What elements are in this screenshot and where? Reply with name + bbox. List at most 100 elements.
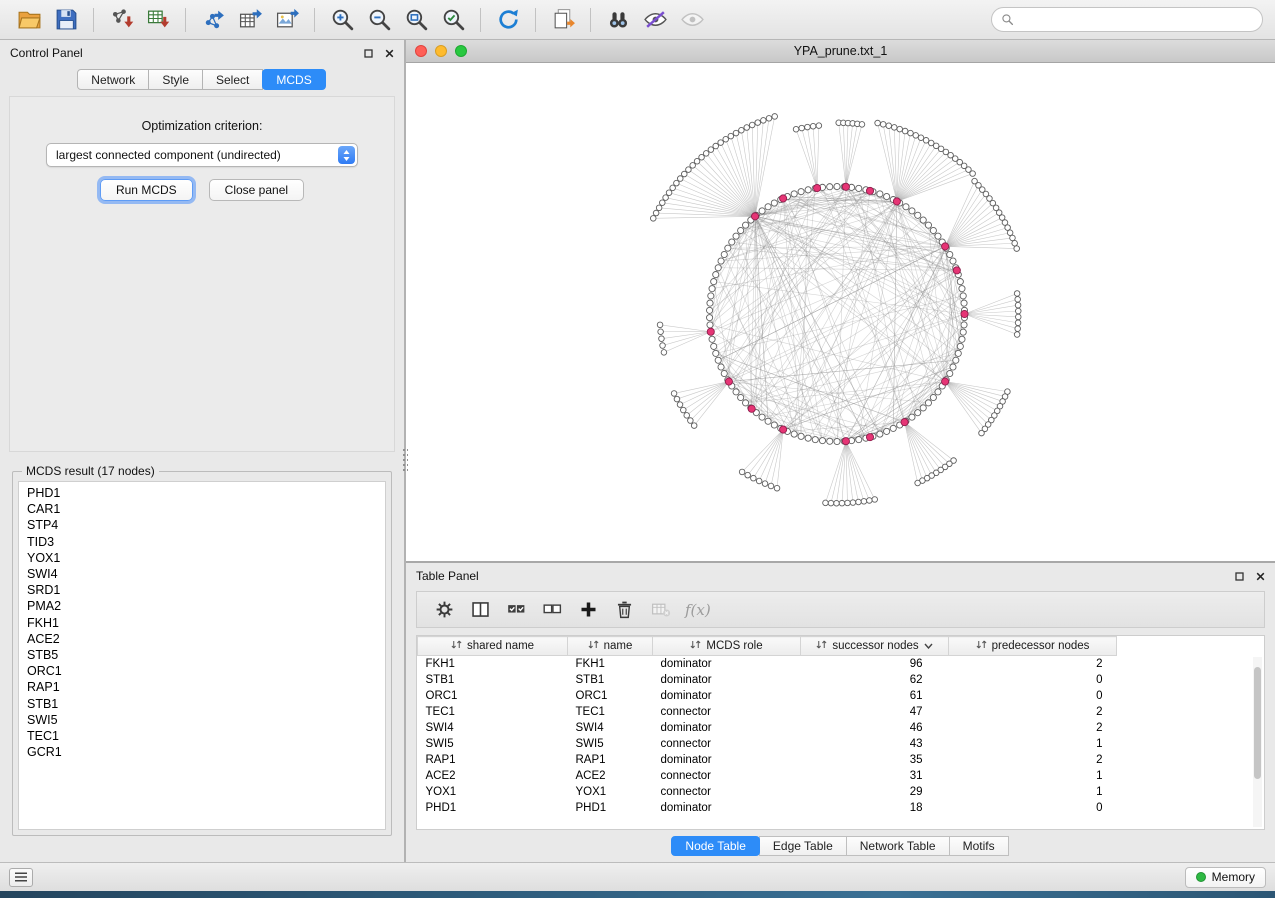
table-vertical-scrollbar[interactable] (1253, 657, 1262, 827)
tab-node-table[interactable]: Node Table (671, 836, 760, 856)
mcds-result-item[interactable]: SWI5 (27, 712, 385, 728)
mcds-result-item[interactable]: RAP1 (27, 679, 385, 695)
copy-current-style-icon (551, 7, 576, 32)
column-header-successor-nodes[interactable]: successor nodes (801, 637, 949, 656)
delete-table-button[interactable] (645, 596, 675, 624)
mcds-result-item[interactable]: STP4 (27, 517, 385, 533)
table-cell: 62 (801, 672, 949, 688)
select-all-rows-button[interactable] (501, 596, 531, 624)
column-header-name[interactable]: name (568, 637, 653, 656)
zoom-selected-button[interactable] (436, 5, 470, 35)
column-header-shared-name[interactable]: shared name (418, 637, 568, 656)
table-row[interactable]: PHD1PHD1dominator180 (418, 800, 1117, 816)
table-cell: ACE2 (418, 768, 568, 784)
table-cell: RAP1 (418, 752, 568, 768)
tab-select[interactable]: Select (202, 69, 263, 90)
table-cell: 1 (949, 768, 1117, 784)
mcds-result-item[interactable]: GCR1 (27, 744, 385, 760)
table-row[interactable]: RAP1RAP1dominator352 (418, 752, 1117, 768)
mcds-result-item[interactable]: SWI4 (27, 566, 385, 582)
mcds-result-item[interactable]: PHD1 (27, 485, 385, 501)
table-cell: 2 (949, 720, 1117, 736)
column-header-predecessor-nodes[interactable]: predecessor nodes (949, 637, 1117, 656)
table-row[interactable]: SWI5SWI5connector431 (418, 736, 1117, 752)
import-table-button[interactable] (141, 5, 175, 35)
mcds-result-item[interactable]: ORC1 (27, 663, 385, 679)
tab-edge-table[interactable]: Edge Table (759, 836, 847, 856)
save-session-button[interactable] (49, 5, 83, 35)
close-panel-button[interactable]: Close panel (209, 179, 304, 201)
close-window-traffic-light[interactable] (415, 45, 427, 57)
table-row[interactable]: SWI4SWI4dominator462 (418, 720, 1117, 736)
table-cell: 29 (801, 784, 949, 800)
criterion-dropdown[interactable]: largest connected component (undirected) (46, 143, 358, 167)
export-image-button[interactable] (270, 5, 304, 35)
first-neighbors-button[interactable] (601, 5, 635, 35)
table-cell: YOX1 (568, 784, 653, 800)
close-table-panel-icon[interactable] (1256, 572, 1265, 581)
copy-current-style-button[interactable] (546, 5, 580, 35)
column-header-MCDS-role[interactable]: MCDS role (653, 637, 801, 656)
tab-style[interactable]: Style (148, 69, 203, 90)
delete-columns-button[interactable] (609, 596, 639, 624)
memory-button[interactable]: Memory (1185, 867, 1266, 888)
table-cell: 31 (801, 768, 949, 784)
mcds-result-item[interactable]: STB1 (27, 696, 385, 712)
mcds-result-item[interactable]: CAR1 (27, 501, 385, 517)
mcds-result-item[interactable]: PMA2 (27, 598, 385, 614)
network-canvas[interactable] (406, 63, 1275, 561)
mcds-result-item[interactable]: SRD1 (27, 582, 385, 598)
deselect-all-rows-button[interactable] (537, 596, 567, 624)
mcds-result-item[interactable]: ACE2 (27, 631, 385, 647)
zoom-selected-icon (441, 7, 466, 32)
table-options-gear-button[interactable] (429, 596, 459, 624)
table-cell: TEC1 (418, 704, 568, 720)
table-cell: 61 (801, 688, 949, 704)
table-row[interactable]: YOX1YOX1connector291 (418, 784, 1117, 800)
table-row[interactable]: ACE2ACE2connector311 (418, 768, 1117, 784)
float-panel-icon[interactable] (364, 49, 373, 58)
maximize-window-traffic-light[interactable] (455, 45, 467, 57)
import-network-button[interactable] (104, 5, 138, 35)
mcds-result-item[interactable]: FKH1 (27, 615, 385, 631)
table-panel-title: Table Panel (416, 569, 479, 583)
tab-motifs[interactable]: Motifs (949, 836, 1009, 856)
vertical-splitter-grip[interactable] (402, 448, 408, 474)
show-hide-columns-button[interactable] (465, 596, 495, 624)
run-mcds-button[interactable]: Run MCDS (100, 179, 193, 201)
open-file-button[interactable] (12, 5, 46, 35)
tab-network[interactable]: Network (77, 69, 149, 90)
zoom-out-button[interactable] (362, 5, 396, 35)
function-builder-button[interactable]: f(x) (681, 601, 715, 619)
table-row[interactable]: TEC1TEC1connector472 (418, 704, 1117, 720)
zoom-fit-content-button[interactable] (399, 5, 433, 35)
mcds-result-item[interactable]: YOX1 (27, 550, 385, 566)
hamburger-icon (14, 872, 28, 882)
column-sort-icon (816, 639, 827, 653)
table-row[interactable]: STB1STB1dominator620 (418, 672, 1117, 688)
create-column-button[interactable] (573, 596, 603, 624)
mcds-result-item[interactable]: TID3 (27, 534, 385, 550)
hide-selected-button[interactable] (638, 5, 672, 35)
scrollbar-thumb[interactable] (1254, 667, 1261, 779)
zoom-in-button[interactable] (325, 5, 359, 35)
mcds-result-item[interactable]: TEC1 (27, 728, 385, 744)
table-row[interactable]: ORC1ORC1dominator610 (418, 688, 1117, 704)
table-cell: 46 (801, 720, 949, 736)
tab-network-table[interactable]: Network Table (846, 836, 950, 856)
export-network-button[interactable] (196, 5, 230, 35)
close-panel-icon[interactable] (385, 49, 394, 58)
search-input[interactable] (1020, 13, 1253, 27)
table-row[interactable]: FKH1FKH1dominator962 (418, 656, 1117, 672)
tab-mcds[interactable]: MCDS (262, 69, 325, 90)
export-table-button[interactable] (233, 5, 267, 35)
refresh-layout-button[interactable] (491, 5, 525, 35)
network-window-title: YPA_prune.txt_1 (486, 44, 1195, 58)
show-all-button[interactable] (675, 5, 709, 35)
import-network-icon (109, 7, 134, 32)
mcds-result-item[interactable]: STB5 (27, 647, 385, 663)
float-table-panel-icon[interactable] (1235, 572, 1244, 581)
table-cell: 2 (949, 752, 1117, 768)
minimize-window-traffic-light[interactable] (435, 45, 447, 57)
status-menu-button[interactable] (9, 868, 33, 887)
